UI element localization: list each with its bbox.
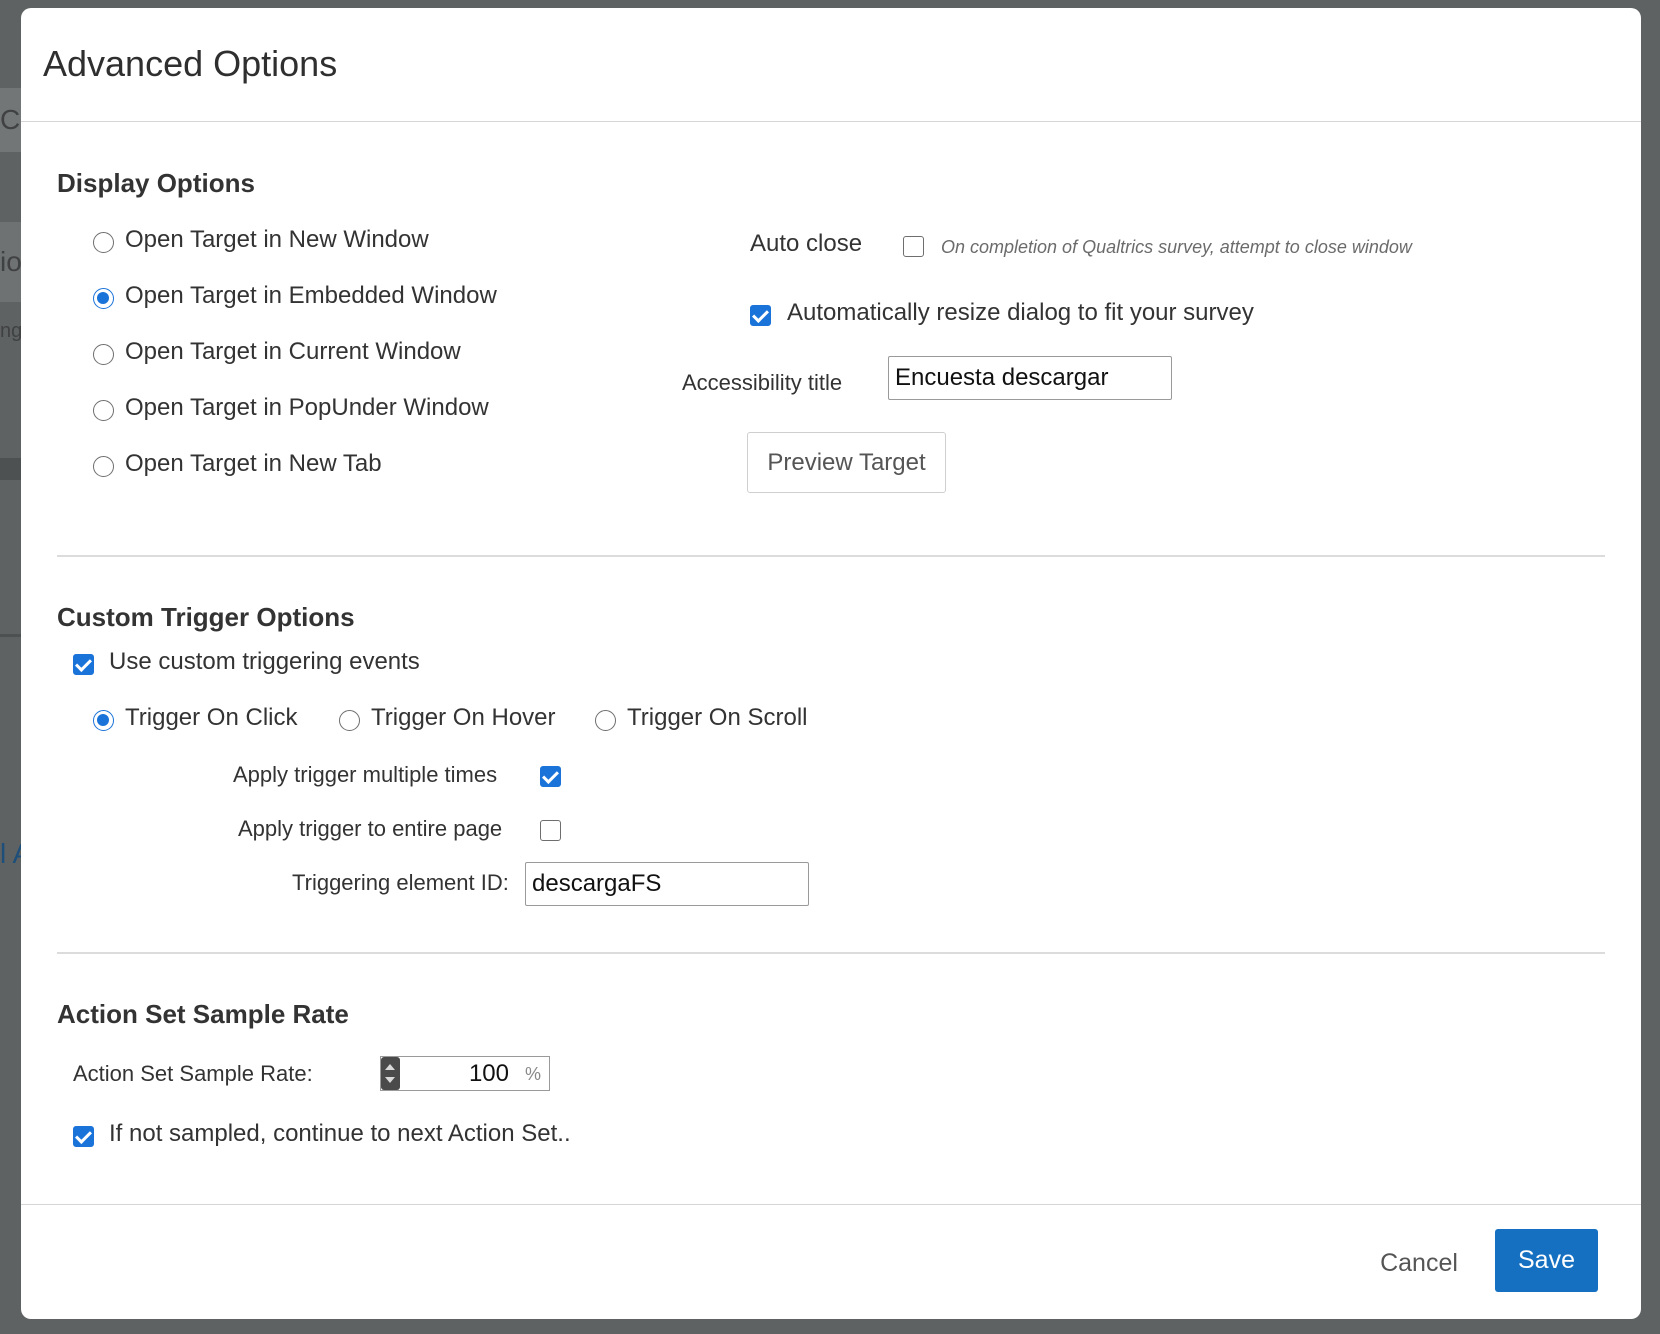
display-options-title: Display Options (57, 168, 255, 198)
radio-label-open-current-window[interactable]: Open Target in Current Window (125, 338, 461, 366)
sample-rate-unit: % (524, 1064, 541, 1084)
dialog-title: Advanced Options (43, 42, 338, 84)
triggering-element-id-input[interactable] (525, 862, 809, 906)
radio-label-trigger-on-click[interactable]: Trigger On Click (125, 704, 297, 732)
radio-label-trigger-on-scroll[interactable]: Trigger On Scroll (627, 704, 808, 732)
radio-label-open-new-tab[interactable]: Open Target in New Tab (125, 450, 382, 478)
custom-trigger-title: Custom Trigger Options (57, 602, 355, 632)
use-custom-trigger-checkbox[interactable] (73, 654, 94, 675)
auto-close-label: Auto close (750, 230, 863, 257)
cancel-button[interactable]: Cancel (1361, 1241, 1477, 1285)
stepper-down-icon[interactable] (385, 1077, 395, 1083)
dialog-footer: Cancel Save (21, 1204, 1641, 1319)
radio-open-new-tab[interactable] (93, 456, 114, 477)
radio-trigger-on-click[interactable] (93, 710, 114, 731)
section-divider (57, 952, 1605, 954)
auto-resize-checkbox[interactable] (750, 305, 771, 326)
sample-rate-stepper[interactable]: 100 % (380, 1056, 550, 1091)
radio-label-trigger-on-hover[interactable]: Trigger On Hover (371, 704, 556, 732)
save-button[interactable]: Save (1495, 1229, 1598, 1292)
radio-open-embedded-window[interactable] (93, 288, 114, 309)
background-bar (0, 458, 21, 480)
dialog-header: Advanced Options (21, 8, 1641, 122)
radio-open-popunder-window[interactable] (93, 400, 114, 421)
auto-resize-label[interactable]: Automatically resize dialog to fit your … (787, 299, 1254, 327)
radio-open-current-window[interactable] (93, 344, 114, 365)
accessibility-title-input[interactable] (888, 356, 1172, 400)
apply-multiple-checkbox[interactable] (540, 766, 561, 787)
stepper-arrows[interactable] (381, 1057, 400, 1090)
preview-target-button[interactable]: Preview Target (747, 432, 946, 493)
radio-label-open-new-window[interactable]: Open Target in New Window (125, 226, 429, 254)
auto-close-checkbox[interactable] (903, 236, 924, 257)
apply-multiple-label: Apply trigger multiple times (233, 762, 498, 787)
apply-entire-page-label: Apply trigger to entire page (238, 816, 503, 841)
sample-rate-label: Action Set Sample Rate: (73, 1061, 313, 1086)
auto-close-hint: On completion of Qualtrics survey, attem… (941, 237, 1412, 257)
radio-label-open-popunder-window[interactable]: Open Target in PopUnder Window (125, 394, 489, 422)
continue-next-action-set-checkbox[interactable] (73, 1126, 94, 1147)
triggering-element-id-label: Triggering element ID: (292, 870, 509, 895)
background-fragment: io (0, 246, 22, 277)
radio-trigger-on-scroll[interactable] (595, 710, 616, 731)
radio-open-new-window[interactable] (93, 232, 114, 253)
radio-label-open-embedded-window[interactable]: Open Target in Embedded Window (125, 282, 497, 310)
advanced-options-dialog: Advanced Options Display Options Open Ta… (21, 8, 1641, 1319)
background-bar (0, 634, 21, 637)
background-fragment: ng (0, 320, 23, 342)
use-custom-trigger-label[interactable]: Use custom triggering events (109, 648, 420, 676)
sample-rate-title: Action Set Sample Rate (57, 999, 349, 1029)
stepper-up-icon[interactable] (385, 1064, 395, 1070)
continue-next-action-set-label[interactable]: If not sampled, continue to next Action … (109, 1120, 571, 1148)
accessibility-title-label: Accessibility title (682, 370, 843, 395)
section-divider (57, 555, 1605, 557)
sample-rate-value[interactable]: 100 (469, 1060, 509, 1088)
radio-trigger-on-hover[interactable] (339, 710, 360, 731)
apply-entire-page-checkbox[interactable] (540, 820, 561, 841)
